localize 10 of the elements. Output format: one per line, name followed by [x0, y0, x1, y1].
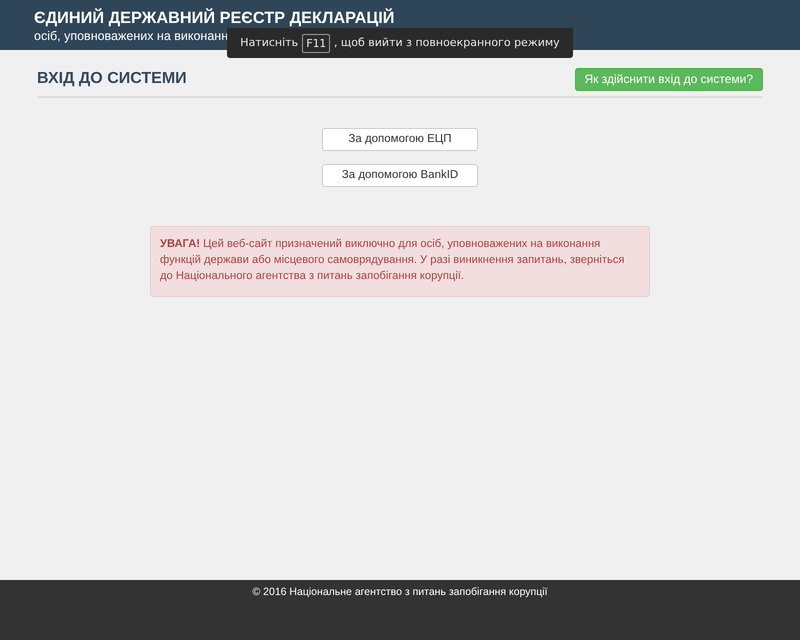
site-subtitle: осіб, уповноважених на виконанн	[34, 28, 228, 44]
notice-text: , щоб вийти з повноекранного режиму	[334, 34, 560, 51]
login-button[interactable]: За допомогою ЕЦП	[322, 128, 478, 151]
copyright-text: © 2016 Національне агентство з питань запобігання корупції	[252, 585, 548, 600]
notice-text: Натисніть	[240, 34, 298, 51]
key-label: F11	[302, 34, 330, 52]
page-heading: ВХІД ДО СИСТЕМИ	[37, 69, 187, 89]
site-title: ЄДИНИЙ ДЕРЖАВНИЙ РЕЄСТР ДЕКЛАРАЦІЙ	[34, 8, 394, 28]
warning-alert: УВАГА! Цей веб-сайт призначений виключно для осіб, уповноважених на виконання функцій держави або місцевого самоврядування. У разі виникнення запитань, зверніться до Національного агентства з питань запобігання корупції.	[150, 226, 650, 297]
login-button[interactable]: За допомогою BankID	[322, 164, 478, 187]
